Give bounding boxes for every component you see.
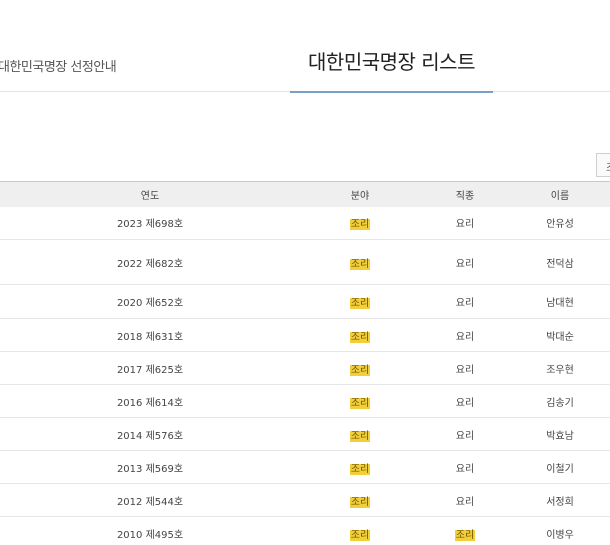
cell-job: 요리	[420, 351, 510, 385]
master-list-table: 연도 분야 직종 이름 2023 제698호 조리 요리 안유성 2022 제682호 조리 요리 전…	[0, 181, 610, 545]
cell-job: 요리	[420, 384, 510, 418]
cell-name: 서정희	[510, 483, 610, 517]
cell-field: 조리	[300, 318, 420, 352]
table-row[interactable]: 2017 제625호 조리 요리 조우현	[0, 351, 610, 385]
active-tab-indicator	[290, 91, 493, 93]
table-row[interactable]: 2013 제569호 조리 요리 이철기	[0, 450, 610, 484]
cell-name: 이병우	[510, 516, 610, 545]
job-highlight-badge: 조리	[454, 529, 476, 541]
tab-master-list[interactable]: 대한민국명장 리스트	[290, 0, 493, 93]
cell-name: 남대현	[510, 284, 610, 319]
header-field: 분야	[350, 190, 370, 202]
cell-year: 2014 제576호	[0, 417, 300, 451]
cell-job: 요리	[420, 206, 510, 240]
cell-year: 2012 제544호	[0, 483, 300, 517]
field-highlight-badge: 조리	[349, 529, 371, 541]
cell-year: 2010 제495호	[0, 516, 300, 545]
table-row[interactable]: 2010 제495호 조리 조리 이병우	[0, 516, 610, 545]
cell-name: 조우현	[510, 351, 610, 385]
header-job: 직종	[455, 190, 475, 202]
table-row[interactable]: 2022 제682호 조리 요리 전덕삼	[0, 239, 610, 285]
cell-year: 2016 제614호	[0, 384, 300, 418]
search-button[interactable]: 조	[596, 153, 610, 177]
table-row[interactable]: 2016 제614호 조리 요리 김송기	[0, 384, 610, 418]
cell-job: 조리	[420, 516, 510, 545]
cell-name: 박효남	[510, 417, 610, 451]
cell-field: 조리	[300, 516, 420, 545]
cell-job: 요리	[420, 284, 510, 319]
field-highlight-badge: 조리	[349, 364, 371, 376]
field-highlight-badge: 조리	[349, 331, 371, 343]
cell-job: 요리	[420, 417, 510, 451]
cell-field: 조리	[300, 483, 420, 517]
cell-field: 조리	[300, 351, 420, 385]
table-row[interactable]: 2014 제576호 조리 요리 박효남	[0, 417, 610, 451]
table-header-row: 연도 분야 직종 이름	[0, 181, 610, 207]
cell-field: 조리	[300, 284, 420, 319]
cell-job: 요리	[420, 450, 510, 484]
cell-name: 안유성	[510, 206, 610, 240]
cell-field: 조리	[300, 417, 420, 451]
tab-master-list-label: 대한민국명장 리스트	[308, 50, 475, 74]
cell-year: 2023 제698호	[0, 206, 300, 240]
cell-year: 2013 제569호	[0, 450, 300, 484]
cell-field: 조리	[300, 384, 420, 418]
cell-field: 조리	[300, 450, 420, 484]
field-highlight-badge: 조리	[349, 397, 371, 409]
field-highlight-badge: 조리	[349, 258, 371, 270]
table-row[interactable]: 2023 제698호 조리 요리 안유성	[0, 206, 610, 240]
table-row[interactable]: 2020 제652호 조리 요리 남대현	[0, 284, 610, 319]
tab-bar: 대한민국명장 선정안내 대한민국명장 리스트	[0, 0, 610, 93]
header-name: 이름	[550, 190, 570, 202]
cell-year: 2017 제625호	[0, 351, 300, 385]
cell-name: 전덕삼	[510, 239, 610, 285]
field-highlight-badge: 조리	[349, 298, 371, 309]
cell-field: 조리	[300, 239, 420, 285]
cell-name: 김송기	[510, 384, 610, 418]
field-highlight-badge: 조리	[349, 463, 371, 475]
field-highlight-badge: 조리	[349, 430, 371, 442]
cell-year: 2020 제652호	[0, 284, 300, 319]
table-row[interactable]: 2012 제544호 조리 요리 서정희	[0, 483, 610, 517]
cell-field: 조리	[300, 206, 420, 240]
cell-name: 이철기	[510, 450, 610, 484]
field-highlight-badge: 조리	[349, 219, 371, 231]
cell-job: 요리	[420, 483, 510, 517]
table-row[interactable]: 2018 제631호 조리 요리 박대순	[0, 318, 610, 352]
cell-job: 요리	[420, 318, 510, 352]
header-year: 연도	[140, 190, 160, 202]
cell-year: 2018 제631호	[0, 318, 300, 352]
cell-job: 요리	[420, 239, 510, 285]
field-highlight-badge: 조리	[349, 496, 371, 508]
tab-selection-guide[interactable]: 대한민국명장 선정안내	[0, 56, 117, 75]
cell-name: 박대순	[510, 318, 610, 352]
cell-year: 2022 제682호	[0, 239, 300, 285]
